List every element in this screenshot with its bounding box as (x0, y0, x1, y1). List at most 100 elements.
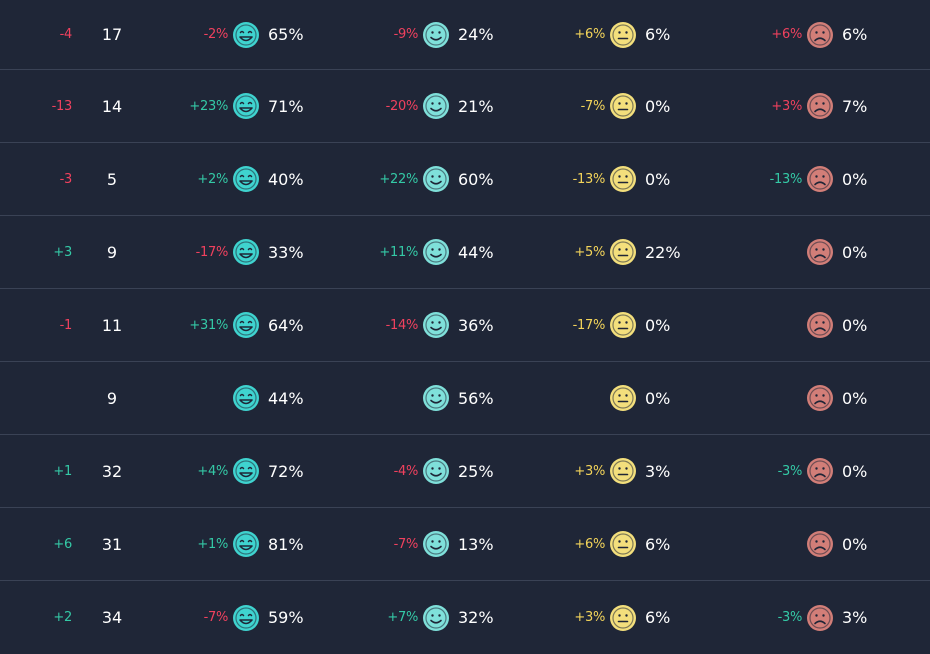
sentiment-percent: 71% (268, 96, 304, 116)
count-delta: +6 (53, 536, 72, 552)
sentiment-percent: 0% (645, 315, 671, 335)
neutral-face-icon (609, 21, 637, 49)
table-row: -3 5 +2% 40% +22% 60% -13% 0% -13% 0% (0, 143, 930, 216)
sentiment-group: -2% 65% (176, 0, 304, 69)
table-row: +2 34 -7% 59% +7% 32% +3% 6% -3% 3% (0, 581, 930, 654)
sentiment-percent: 32% (458, 608, 494, 627)
sentiment-percent: 6% (645, 534, 671, 554)
table-row: 9 44% 56% 0% 0% (0, 362, 930, 435)
sentiment-delta: +7% (387, 610, 418, 625)
neutral-face-icon (609, 384, 637, 412)
sentiment-percent: 24% (458, 25, 494, 44)
sentiment-group: 0% (750, 289, 867, 361)
sentiment-delta: +3% (574, 463, 605, 479)
happy-face-icon (422, 311, 450, 339)
sad-face-icon (806, 311, 834, 339)
sentiment-delta: -13% (572, 171, 606, 187)
sentiment-delta: +6% (771, 27, 802, 42)
table-row: -4 17 -2% 65% -9% 24% +6% 6% +6% 6% (0, 0, 930, 70)
sentiment-delta: -7% (580, 98, 606, 114)
count-delta: +2 (53, 610, 72, 625)
neutral-face-icon (609, 604, 637, 632)
happy-face-icon (422, 604, 450, 632)
sentiment-percent: 44% (268, 388, 304, 408)
sentiment-group: +31% 64% (176, 289, 304, 361)
table-row: +6 31 +1% 81% -7% 13% +6% 6% 0% (0, 508, 930, 581)
sentiment-percent: 0% (842, 242, 868, 262)
sentiment-group: -3% 3% (750, 581, 867, 654)
sentiment-percent: 0% (645, 96, 671, 116)
neutral-face-icon (609, 311, 637, 339)
sentiment-delta: -9% (393, 27, 419, 42)
sentiment-group: -17% 0% (553, 289, 670, 361)
sentiment-group: -3% 0% (750, 435, 867, 507)
count-delta: +3 (53, 244, 72, 260)
sentiment-percent: 25% (458, 461, 494, 481)
sentiment-percent: 22% (645, 242, 681, 262)
very-happy-face-icon (232, 92, 260, 120)
happy-face-icon (422, 384, 450, 412)
sentiment-delta: -7% (203, 610, 229, 625)
neutral-face-icon (609, 92, 637, 120)
sentiment-delta: -3% (777, 610, 803, 625)
sentiment-delta: +3% (771, 98, 802, 114)
very-happy-face-icon (232, 21, 260, 49)
sentiment-delta: -13% (769, 171, 803, 187)
response-count: 14 (101, 96, 123, 116)
sentiment-percent: 40% (268, 169, 304, 189)
response-count: 17 (101, 25, 123, 44)
count-delta: -3 (59, 171, 73, 187)
sentiment-group: -17% 33% (176, 216, 304, 288)
sentiment-percent: 6% (645, 608, 671, 627)
sentiment-delta: -3% (777, 463, 803, 479)
sentiment-percent: 0% (645, 169, 671, 189)
sad-face-icon (806, 384, 834, 412)
sentiment-group: -13% 0% (750, 143, 867, 215)
sentiment-delta: +22% (379, 171, 418, 187)
response-count: 31 (101, 534, 123, 554)
table-row: +3 9 -17% 33% +11% 44% +5% 22% 0% (0, 216, 930, 289)
sentiment-group: +22% 60% (366, 143, 494, 215)
sentiment-percent: 6% (645, 25, 671, 44)
sad-face-icon (806, 21, 834, 49)
response-count: 11 (101, 315, 123, 335)
sentiment-delta: +2% (197, 171, 228, 187)
sentiment-group: 0% (750, 216, 867, 288)
sentiment-group: -4% 25% (366, 435, 494, 507)
count-delta (40, 362, 72, 434)
sad-face-icon (806, 238, 834, 266)
table-row: +1 32 +4% 72% -4% 25% +3% 3% -3% 0% (0, 435, 930, 508)
sentiment-group: +3% 6% (553, 581, 670, 654)
sentiment-delta: -17% (195, 244, 229, 260)
happy-face-icon (422, 457, 450, 485)
sentiment-group: +6% 6% (553, 508, 670, 580)
sentiment-percent: 59% (268, 608, 304, 627)
sentiment-percent: 0% (842, 461, 868, 481)
sentiment-percent: 6% (842, 25, 868, 44)
sentiment-delta: +31% (189, 317, 228, 333)
sentiment-group: -20% 21% (366, 70, 494, 142)
sentiment-delta: +5% (574, 244, 605, 260)
sentiment-group: +1% 81% (176, 508, 304, 580)
sentiment-group: -7% 59% (176, 581, 304, 654)
sentiment-percent: 60% (458, 169, 494, 189)
happy-face-icon (422, 530, 450, 558)
sentiment-group: 56% (366, 362, 494, 434)
sentiment-delta: +11% (379, 244, 418, 260)
sentiment-percent: 3% (842, 608, 868, 627)
table-row: -1 11 +31% 64% -14% 36% -17% 0% 0% (0, 289, 930, 362)
sentiment-group: 0% (750, 362, 867, 434)
sentiment-delta: +1% (197, 536, 228, 552)
sentiment-delta: +6% (574, 27, 605, 42)
sentiment-delta: -4% (393, 463, 419, 479)
sentiment-group: +5% 22% (553, 216, 681, 288)
sentiment-group: +3% 7% (750, 70, 867, 142)
sentiment-percent: 36% (458, 315, 494, 335)
sentiment-percent: 65% (268, 25, 304, 44)
very-happy-face-icon (232, 165, 260, 193)
sad-face-icon (806, 530, 834, 558)
sentiment-group: -9% 24% (366, 0, 494, 69)
sentiment-percent: 13% (458, 534, 494, 554)
sentiment-delta: -2% (203, 27, 229, 42)
sentiment-percent: 33% (268, 242, 304, 262)
